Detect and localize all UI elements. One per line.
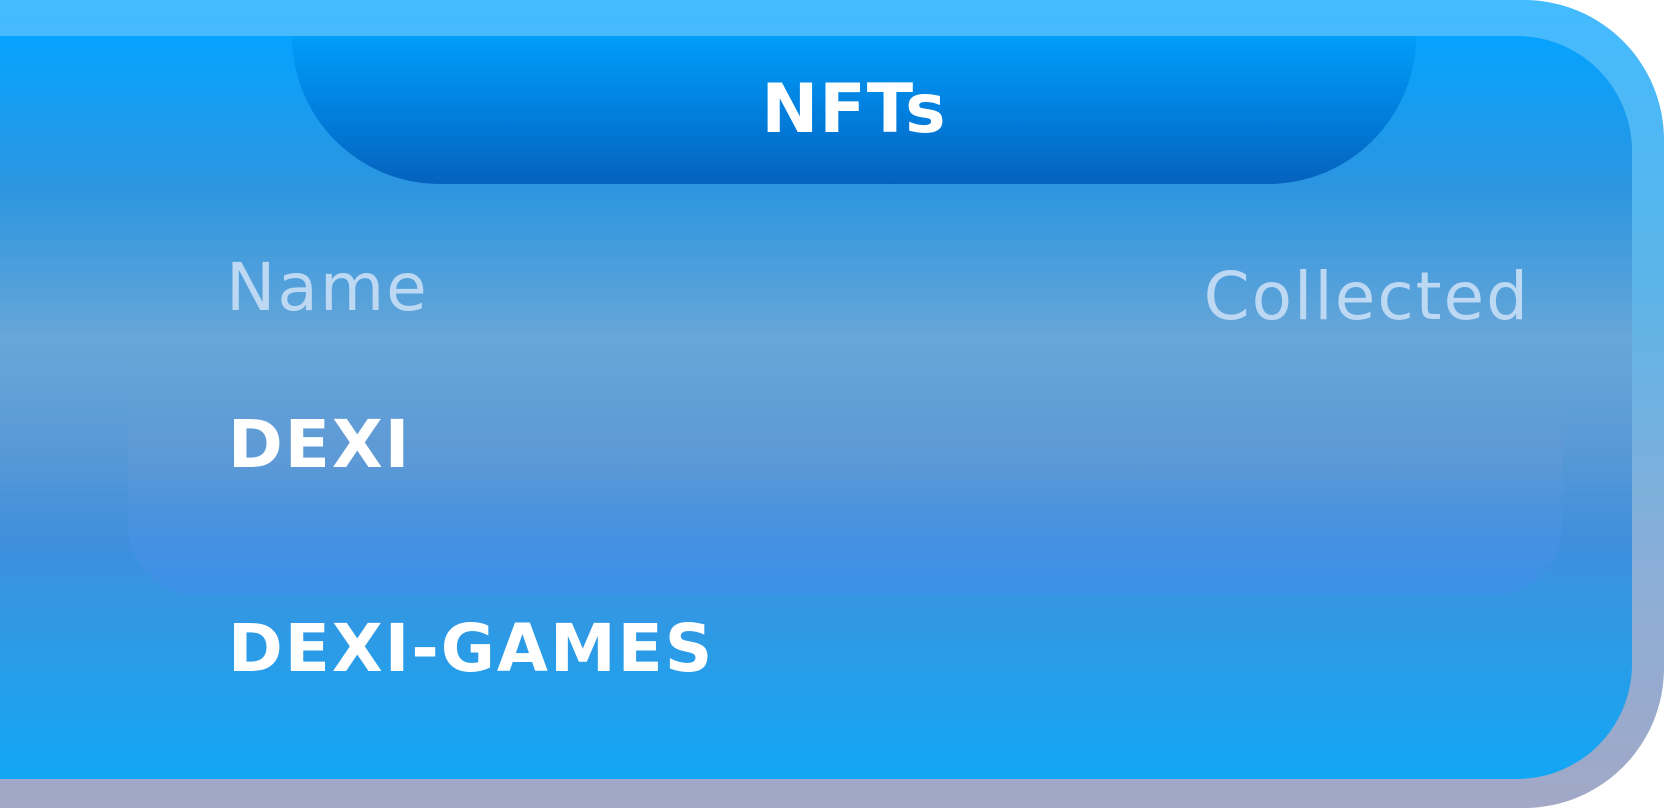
column-header-collected: Collected bbox=[1203, 258, 1530, 335]
panel-title: NFTs bbox=[761, 70, 947, 149]
list-item-dexi[interactable]: DEXI bbox=[228, 412, 411, 478]
header-tab: NFTs bbox=[292, 36, 1416, 184]
list-item-dexi-games[interactable]: DEXI-GAMES bbox=[228, 616, 714, 682]
column-header-name: Name bbox=[226, 249, 429, 326]
